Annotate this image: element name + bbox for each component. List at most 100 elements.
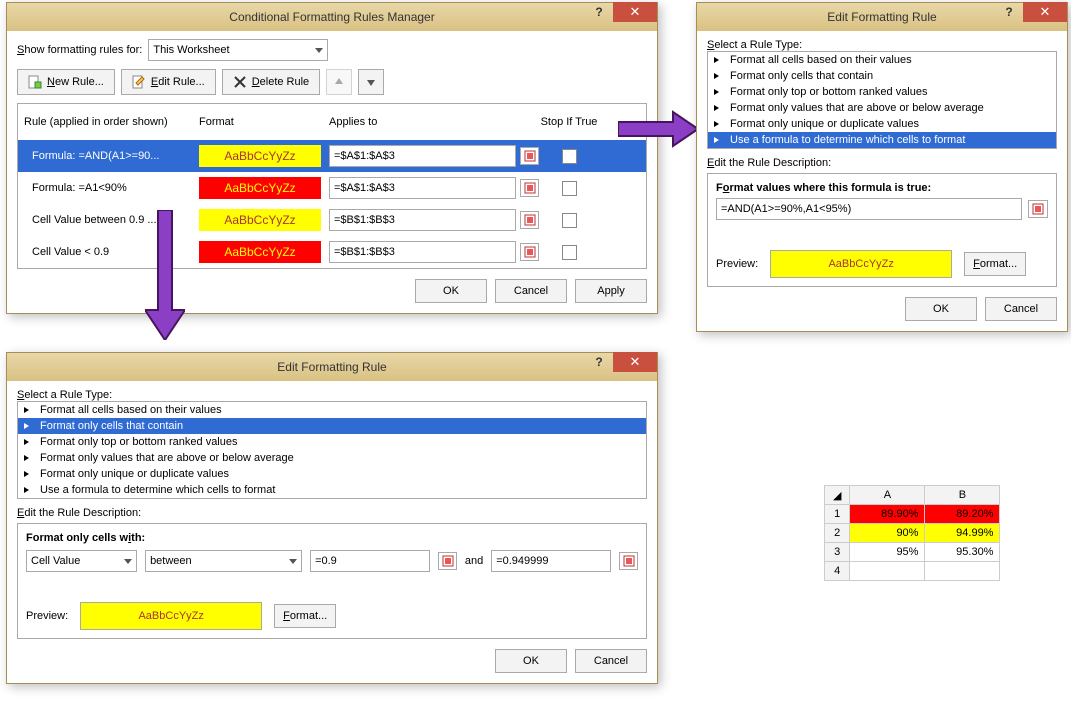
- range-select-button[interactable]: [619, 552, 638, 570]
- format-sample: AaBbCcYyZz: [199, 177, 321, 199]
- format-sample: AaBbCcYyZz: [199, 241, 321, 263]
- cell[interactable]: 89.90%: [850, 505, 925, 524]
- rule-type-item[interactable]: Format all cells based on their values: [708, 52, 1056, 68]
- row-header[interactable]: 1: [825, 505, 850, 524]
- range-select-button[interactable]: [438, 552, 457, 570]
- delete-icon: [233, 75, 247, 89]
- cancel-button[interactable]: Cancel: [985, 297, 1057, 321]
- formula-input[interactable]: =AND(A1>=90%,A1<95%): [716, 198, 1022, 220]
- apply-button[interactable]: Apply: [575, 279, 647, 303]
- close-button[interactable]: ✕: [613, 352, 657, 372]
- select-type-label: Select a Rule Type:: [707, 39, 1057, 51]
- ok-button[interactable]: OK: [495, 649, 567, 673]
- stop-if-true-checkbox[interactable]: [562, 245, 577, 260]
- rule-text: Formula: =A1<90%: [24, 182, 199, 194]
- rule-type-list[interactable]: Format all cells based on their valuesFo…: [17, 401, 647, 499]
- preview-label: Preview:: [26, 610, 68, 622]
- condition-type-select[interactable]: Cell Value: [26, 550, 137, 572]
- row-header[interactable]: 3: [825, 543, 850, 562]
- corner-cell[interactable]: ◢: [825, 486, 850, 505]
- help-button[interactable]: ?: [585, 352, 613, 372]
- col-header[interactable]: A: [850, 486, 925, 505]
- help-button[interactable]: ?: [585, 2, 613, 22]
- formula-label: Format values where this formula is true…: [716, 182, 1048, 194]
- rules-row[interactable]: Cell Value < 0.9AaBbCcYyZz=$B$1:$B$3: [18, 236, 646, 268]
- help-button[interactable]: ?: [995, 2, 1023, 22]
- stop-if-true-checkbox[interactable]: [562, 213, 577, 228]
- col-header[interactable]: B: [925, 486, 1000, 505]
- rule-text: Formula: =AND(A1>=90...: [24, 150, 199, 162]
- applies-to-input[interactable]: =$B$1:$B$3: [329, 209, 516, 231]
- ok-button[interactable]: OK: [905, 297, 977, 321]
- applies-to-input[interactable]: =$A$1:$A$3: [329, 177, 516, 199]
- cancel-button[interactable]: Cancel: [495, 279, 567, 303]
- rule-description: Format only cells with: Cell Value betwe…: [17, 523, 647, 639]
- applies-to-input[interactable]: =$B$1:$B$3: [329, 241, 516, 263]
- rules-row[interactable]: Formula: =AND(A1>=90...AaBbCcYyZz =$A$1:$…: [18, 140, 646, 172]
- applies-to-input[interactable]: =$A$1:$A$3: [329, 145, 516, 167]
- row-header[interactable]: 4: [825, 562, 850, 581]
- ok-button[interactable]: OK: [415, 279, 487, 303]
- select-type-label: Select a Rule Type:: [17, 389, 647, 401]
- cancel-button[interactable]: Cancel: [575, 649, 647, 673]
- rule-type-item[interactable]: Format only top or bottom ranked values: [18, 434, 646, 450]
- dialog-title: Edit Formatting Rule: [7, 360, 657, 374]
- cell[interactable]: [850, 562, 925, 581]
- cell[interactable]: 89.20%: [925, 505, 1000, 524]
- range-select-button[interactable]: [520, 211, 539, 229]
- cell[interactable]: 95%: [850, 543, 925, 562]
- range-select-button[interactable]: [520, 179, 539, 197]
- range-select-button[interactable]: [1028, 200, 1048, 218]
- scope-select[interactable]: This Worksheet: [148, 39, 328, 61]
- operator-select[interactable]: between: [145, 550, 302, 572]
- delete-rule-button[interactable]: Delete Rule: [222, 69, 321, 95]
- rule-type-item[interactable]: Format only values that are above or bel…: [708, 100, 1056, 116]
- rule-type-item[interactable]: Format all cells based on their values: [18, 402, 646, 418]
- rule-type-list[interactable]: Format all cells based on their valuesFo…: [707, 51, 1057, 149]
- move-down-button[interactable]: [358, 69, 384, 95]
- rule-description: Format values where this formula is true…: [707, 173, 1057, 287]
- desc-label: Edit the Rule Description:: [707, 157, 1057, 169]
- arrow-down-icon: [145, 210, 185, 340]
- rule-type-item[interactable]: Format only unique or duplicate values: [18, 466, 646, 482]
- rule-type-item[interactable]: Format only cells that contain: [708, 68, 1056, 84]
- move-up-button[interactable]: [326, 69, 352, 95]
- cells-with-label: Format only cells with:: [26, 532, 638, 544]
- rule-type-item[interactable]: Format only unique or duplicate values: [708, 116, 1056, 132]
- rules-manager-dialog: Conditional Formatting Rules Manager ? ✕…: [6, 2, 658, 314]
- new-rule-icon: [28, 75, 42, 89]
- arrow-down-icon: [366, 77, 376, 87]
- rules-row[interactable]: Cell Value between 0.9 ...AaBbCcYyZz=$B$…: [18, 204, 646, 236]
- value2-input[interactable]: =0.949999: [491, 550, 611, 572]
- row-header[interactable]: 2: [825, 524, 850, 543]
- range-select-button[interactable]: [520, 147, 539, 165]
- titlebar: Edit Formatting Rule ? ✕: [697, 3, 1067, 31]
- close-button[interactable]: ✕: [1023, 2, 1067, 22]
- edit-rule-button[interactable]: Edit Rule...: [121, 69, 216, 95]
- stop-if-true-checkbox[interactable]: [562, 181, 577, 196]
- edit-rule-icon: [132, 75, 146, 89]
- new-rule-button[interactable]: New Rule...: [17, 69, 115, 95]
- titlebar: Edit Formatting Rule ? ✕: [7, 353, 657, 381]
- rules-row[interactable]: Formula: =A1<90%AaBbCcYyZz =$A$1:$A$3: [18, 172, 646, 204]
- cell[interactable]: [925, 562, 1000, 581]
- cell[interactable]: 94.99%: [925, 524, 1000, 543]
- edit-rule-formula-dialog: Edit Formatting Rule ? ✕ Select a Rule T…: [696, 2, 1068, 332]
- close-button[interactable]: ✕: [613, 2, 657, 22]
- stop-if-true-checkbox[interactable]: [562, 149, 577, 164]
- value1-input[interactable]: =0.9: [310, 550, 430, 572]
- rule-type-item[interactable]: Format only values that are above or bel…: [18, 450, 646, 466]
- format-button[interactable]: Format...: [964, 252, 1026, 276]
- rule-type-item[interactable]: Format only cells that contain: [18, 418, 646, 434]
- desc-label: Edit the Rule Description:: [17, 507, 647, 519]
- rule-type-item[interactable]: Use a formula to determine which cells t…: [708, 132, 1056, 148]
- rule-type-item[interactable]: Format only top or bottom ranked values: [708, 84, 1056, 100]
- cell[interactable]: 90%: [850, 524, 925, 543]
- format-sample: AaBbCcYyZz: [199, 145, 321, 167]
- cell[interactable]: 95.30%: [925, 543, 1000, 562]
- rule-type-item[interactable]: Use a formula to determine which cells t…: [18, 482, 646, 498]
- titlebar: Conditional Formatting Rules Manager ? ✕: [7, 3, 657, 31]
- range-select-button[interactable]: [520, 243, 539, 261]
- format-button[interactable]: Format...: [274, 604, 336, 628]
- arrow-right-icon: [618, 110, 698, 148]
